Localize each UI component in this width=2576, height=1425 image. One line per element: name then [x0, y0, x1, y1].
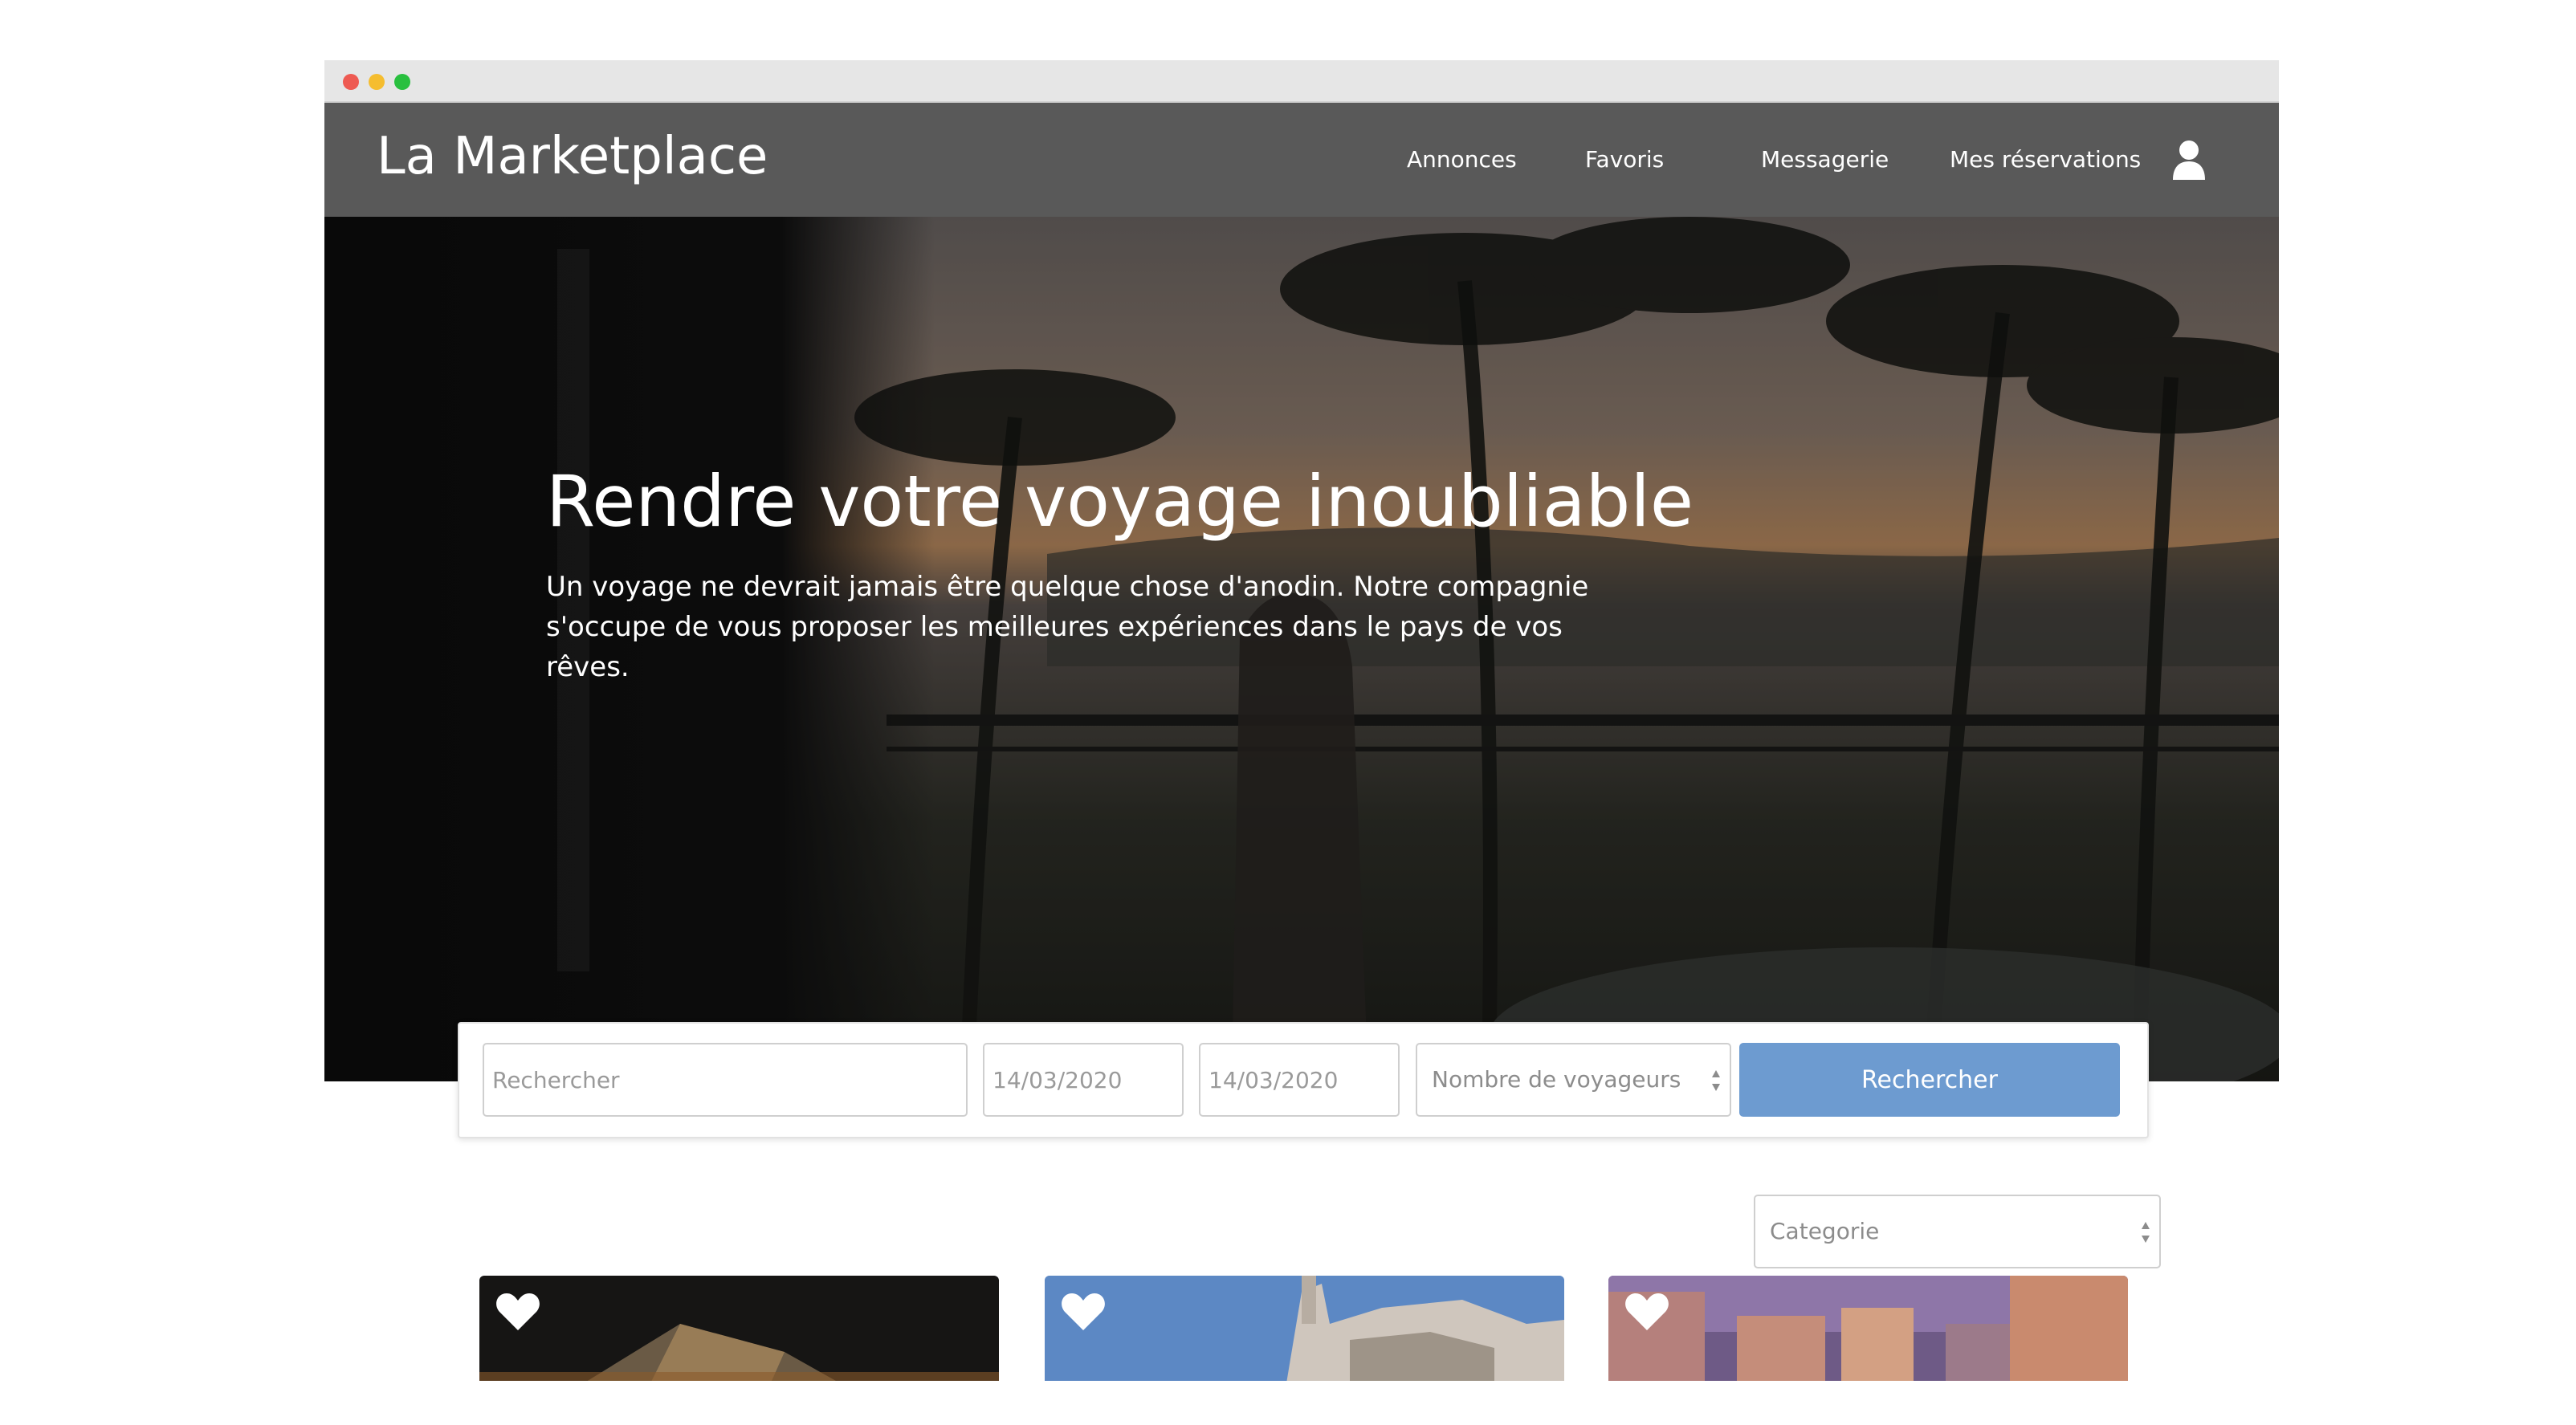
hero-title: Rendre votre voyage inoubliable — [546, 460, 1694, 543]
user-icon[interactable] — [2171, 140, 2207, 180]
close-window-button[interactable] — [343, 74, 359, 90]
listing-photo — [479, 1276, 999, 1381]
heart-icon[interactable] — [495, 1292, 540, 1332]
hero-description: Un voyage ne devrait jamais être quelque… — [546, 571, 1589, 683]
search-bar: Nombre de voyageurs Rechercher — [458, 1022, 2149, 1138]
listing-photo — [1045, 1276, 1564, 1381]
travellers-select[interactable]: Nombre de voyageurs — [1416, 1043, 1731, 1117]
nav-link-messagerie[interactable]: Messagerie — [1761, 103, 1889, 217]
listing-card[interactable] — [1045, 1276, 1564, 1381]
search-input[interactable] — [483, 1043, 968, 1117]
minimize-window-button[interactable] — [369, 74, 385, 90]
page-bottom-margin — [0, 1381, 2576, 1425]
maximize-window-button[interactable] — [394, 74, 410, 90]
browser-window: La Marketplace Annonces Favoris Messager… — [324, 60, 2279, 1381]
heart-icon[interactable] — [1624, 1292, 1669, 1332]
heart-icon[interactable] — [1061, 1292, 1106, 1332]
category-select-label: Categorie — [1770, 1218, 1880, 1244]
search-button[interactable]: Rechercher — [1739, 1043, 2120, 1117]
nav-link-favoris[interactable]: Favoris — [1585, 103, 1664, 217]
nav-link-mes-reservations[interactable]: Mes réservations — [1950, 103, 2141, 217]
listing-photo — [1608, 1276, 2128, 1381]
end-date-field[interactable] — [1199, 1043, 1400, 1117]
listing-card[interactable] — [479, 1276, 999, 1381]
category-select[interactable]: Categorie — [1754, 1195, 2161, 1268]
window-titlebar — [324, 60, 2279, 103]
nav-link-annonces[interactable]: Annonces — [1407, 103, 1517, 217]
brand-logo[interactable]: La Marketplace — [377, 103, 768, 217]
select-arrows-icon — [1712, 1070, 1720, 1091]
top-navbar: La Marketplace Annonces Favoris Messager… — [324, 103, 2279, 217]
listing-card[interactable] — [1608, 1276, 2128, 1381]
select-arrows-icon — [2142, 1222, 2150, 1243]
travellers-select-label: Nombre de voyageurs — [1432, 1066, 1681, 1093]
start-date-field[interactable] — [983, 1043, 1184, 1117]
hero-banner: Rendre votre voyage inoubliable Un voyag… — [324, 217, 2279, 1081]
